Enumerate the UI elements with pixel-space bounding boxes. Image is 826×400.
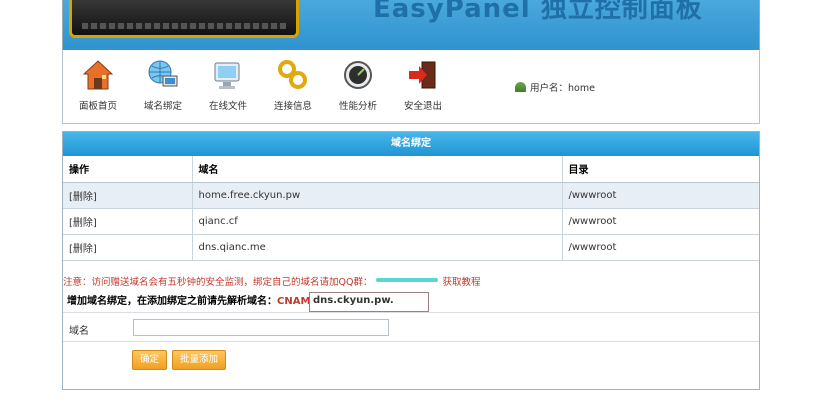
domain-cell: qianc.cf	[192, 208, 563, 235]
globe-computer-icon	[146, 58, 180, 92]
user-icon	[515, 82, 526, 92]
home-icon	[81, 58, 115, 92]
domain-table: 操作 域名 目录 [删除] home.free.ckyun.pw /wwwroo…	[63, 156, 759, 261]
redacted-qq-group	[376, 278, 439, 282]
domain-input[interactable]	[133, 319, 389, 336]
toolbar-performance-label: 性能分析	[338, 101, 377, 112]
toolbar-domain-binding-label: 域名绑定	[143, 101, 182, 112]
username-label: 用户名：home	[530, 83, 595, 94]
domain-cell: home.free.ckyun.pw	[192, 182, 563, 209]
table-row: [删除] qianc.cf /wwwroot	[63, 208, 759, 235]
column-header-directory: 目录	[562, 156, 759, 183]
column-header-domain: 域名	[192, 156, 563, 183]
confirm-button[interactable]: 确定	[132, 350, 167, 370]
table-row: [删除] home.free.ckyun.pw /wwwroot	[63, 182, 759, 209]
directory-cell: /wwwroot	[562, 208, 759, 235]
table-header-row: 操作 域名 目录	[63, 156, 759, 183]
gauge-icon	[341, 58, 375, 92]
panel-title: 域名绑定	[63, 132, 759, 156]
toolbar-home-label: 面板首页	[78, 101, 117, 112]
delete-link[interactable]: [删除]	[69, 192, 97, 203]
link-chain-icon	[276, 58, 310, 92]
notice-text: 注意：访问赠送域名会有五秒钟的安全监测，绑定自己的域名请加QQ群： 获取教程	[63, 274, 480, 288]
monitor-file-icon	[211, 58, 245, 92]
toolbar-connection-info-label: 连接信息	[273, 101, 312, 112]
notice-text-start: 注意：访问赠送域名会有五秒钟的安全监测，绑定自己的域名请加QQ群：	[63, 277, 373, 288]
domain-field-label: 域名	[69, 326, 89, 337]
domain-binding-panel: 域名绑定 操作 域名 目录 [删除] home.free.ckyun.pw /w…	[62, 131, 760, 390]
easypanel-page: EasyPanel 独立控制面板 面板首页 域名绑定 在线文件 连接信息 性能分…	[0, 0, 826, 400]
domain-form-row: 域名	[63, 312, 759, 342]
delete-link[interactable]: [删除]	[69, 244, 97, 255]
cname-value: dns.ckyun.pw.	[309, 292, 429, 312]
toolbar-logout[interactable]: 安全退出	[390, 58, 456, 112]
notice-text-end: 获取教程	[442, 277, 481, 288]
toolbar: 面板首页 域名绑定 在线文件 连接信息 性能分析 安全退出 用户名：home	[62, 50, 760, 124]
column-header-action: 操作	[63, 156, 193, 183]
delete-link[interactable]: [删除]	[69, 218, 97, 229]
domain-cell: dns.qianc.me	[192, 234, 563, 261]
table-row: [删除] dns.qianc.me /wwwroot	[63, 234, 759, 261]
bind-instruction: 增加域名绑定，在添加绑定之前请先解析域名：CNAME	[67, 292, 317, 307]
toolbar-online-files-label: 在线文件	[208, 101, 247, 112]
server-logo	[69, 0, 299, 38]
directory-cell: /wwwroot	[562, 182, 759, 209]
toolbar-domain-binding[interactable]: 域名绑定	[130, 58, 196, 112]
toolbar-home[interactable]: 面板首页	[65, 58, 131, 112]
user-info: 用户名：home	[515, 80, 595, 94]
toolbar-logout-label: 安全退出	[403, 101, 442, 112]
toolbar-connection-info[interactable]: 连接信息	[260, 58, 326, 112]
app-title: EasyPanel 独立控制面板	[373, 0, 703, 24]
directory-cell: /wwwroot	[562, 234, 759, 261]
exit-door-icon	[406, 58, 440, 92]
toolbar-online-files[interactable]: 在线文件	[195, 58, 261, 112]
header-banner: EasyPanel 独立控制面板	[62, 0, 760, 50]
bind-instruction-text: 增加域名绑定，在添加绑定之前请先解析域名：	[67, 296, 277, 307]
batch-add-button[interactable]: 批量添加	[172, 350, 226, 370]
toolbar-performance[interactable]: 性能分析	[325, 58, 391, 112]
